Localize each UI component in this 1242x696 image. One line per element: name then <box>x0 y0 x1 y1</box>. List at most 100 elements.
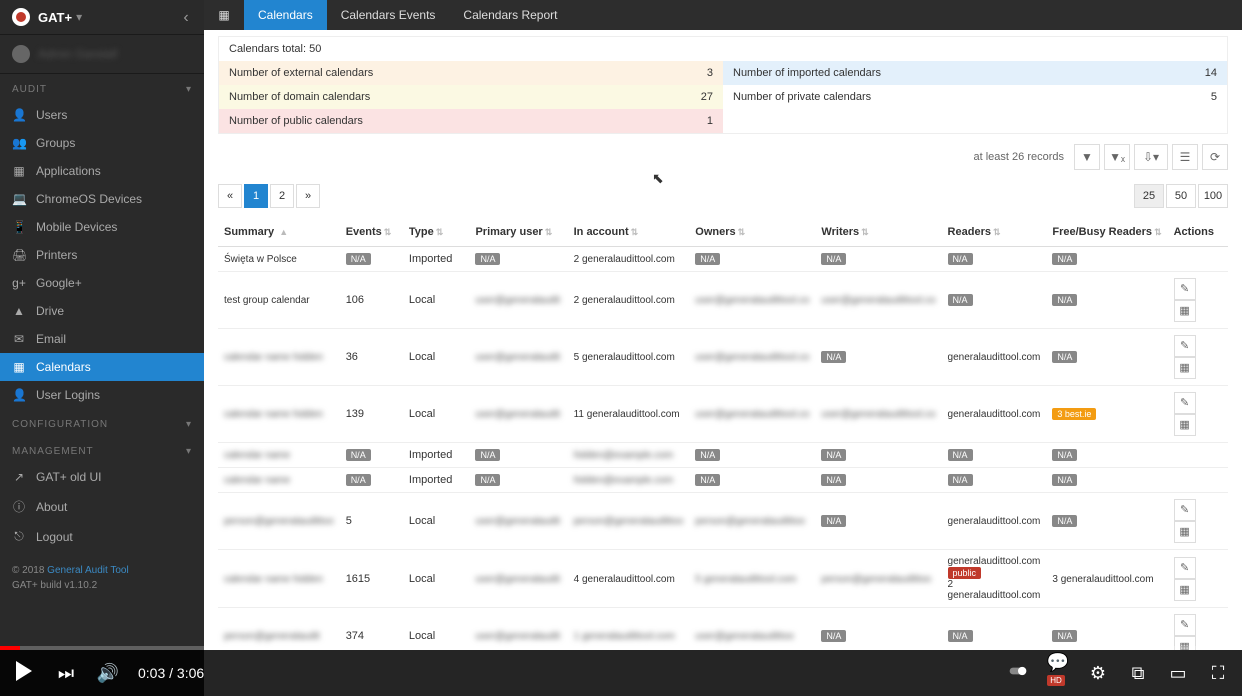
sidebar-item-email[interactable]: ✉Email <box>0 325 204 353</box>
na-badge: N/A <box>475 253 500 265</box>
sidebar-item-groups[interactable]: 👥Groups <box>0 129 204 157</box>
size-25[interactable]: 25 <box>1134 184 1164 208</box>
size-50[interactable]: 50 <box>1166 184 1196 208</box>
grid-icon: ▦ <box>12 164 26 178</box>
stats-imported: Number of imported calendars14 <box>723 61 1227 85</box>
tab-calendars[interactable]: Calendars <box>244 0 327 30</box>
user-icon: 👤 <box>12 108 26 122</box>
page-next[interactable]: » <box>296 184 320 208</box>
calendar-row-button[interactable]: ▦ <box>1174 357 1196 379</box>
section-config[interactable]: CONFIGURATION▾ <box>0 409 204 436</box>
user-name[interactable]: Admin Gandalf <box>38 47 117 61</box>
calendar-row-button[interactable]: ▦ <box>1174 521 1196 543</box>
export-button[interactable]: ⇩ ▾ <box>1134 144 1168 170</box>
clear-filter-button[interactable]: ▼ₓ <box>1104 144 1130 170</box>
sidebar-item-userlogins[interactable]: 👤User Logins <box>0 381 204 409</box>
calendar-row-button[interactable]: ▦ <box>1174 414 1196 436</box>
video-player-bar: ⏭ 🔊 0:03 / 3:06 💬HD ⚙ ⧉ ▭ ⛶ <box>0 650 1242 696</box>
sidebar-item-calendars[interactable]: ▦Calendars <box>0 353 204 381</box>
na-badge: N/A <box>948 630 973 642</box>
fullscreen-icon: ⛶ <box>1212 663 1225 683</box>
edit-row-button[interactable]: ✎ <box>1174 557 1196 579</box>
calendars-table: Summary ▲ Events⇅ Type⇅ Primary user⇅ In… <box>218 218 1228 650</box>
table-row: calendar name hidden36Localuser@generala… <box>218 329 1228 386</box>
autoplay-toggle[interactable] <box>1006 661 1030 686</box>
edit-row-button[interactable]: ✎ <box>1174 278 1196 300</box>
subtitles-button[interactable]: 💬HD <box>1046 652 1070 694</box>
col-primary[interactable]: Primary user⇅ <box>469 218 567 247</box>
sidebar-item-applications[interactable]: ▦Applications <box>0 157 204 185</box>
tab-calendars-report[interactable]: Calendars Report <box>449 0 571 30</box>
col-freebusy[interactable]: Free/Busy Readers⇅ <box>1046 218 1167 247</box>
phone-icon: 📱 <box>12 220 26 234</box>
video-progress[interactable] <box>0 646 1242 650</box>
section-audit[interactable]: AUDIT▾ <box>0 74 204 101</box>
edit-row-button[interactable]: ✎ <box>1174 614 1196 636</box>
page-1[interactable]: 1 <box>244 184 268 208</box>
col-owners[interactable]: Owners⇅ <box>689 218 815 247</box>
sidebar-item-drive[interactable]: ▲Drive <box>0 297 204 325</box>
gplus-icon: g+ <box>12 276 26 290</box>
fb-badge: 3 best.ie <box>1052 408 1096 420</box>
app-brand[interactable]: GAT+ <box>38 10 72 25</box>
sidebar-item-logout[interactable]: ⎋Logout <box>0 522 204 551</box>
sidebar-item-oldui[interactable]: ↗GAT+ old UI <box>0 463 204 491</box>
edit-row-button[interactable]: ✎ <box>1174 335 1196 357</box>
theater-button[interactable]: ▭ <box>1166 663 1190 684</box>
columns-button[interactable]: ☰ <box>1172 144 1198 170</box>
fullscreen-button[interactable]: ⛶ <box>1206 663 1230 684</box>
na-badge: N/A <box>821 474 846 486</box>
filter-button[interactable]: ▼ <box>1074 144 1100 170</box>
col-summary[interactable]: Summary ▲ <box>218 218 340 247</box>
col-writers[interactable]: Writers⇅ <box>815 218 941 247</box>
sidebar-item-printers[interactable]: 🖨Printers <box>0 241 204 269</box>
sidebar-item-gplus[interactable]: g+Google+ <box>0 269 204 297</box>
calendar-icon: ▦ <box>12 360 26 374</box>
table-row: person@generalaudit374Localuser@generala… <box>218 608 1228 651</box>
refresh-button[interactable]: ⟳ <box>1202 144 1228 170</box>
size-100[interactable]: 100 <box>1198 184 1228 208</box>
sidebar-collapse-button[interactable]: ‹ <box>176 8 196 28</box>
video-time: 0:03 / 3:06 <box>138 665 204 681</box>
footer-link[interactable]: General Audit Tool <box>47 565 129 576</box>
brand-caret[interactable]: ▾ <box>76 10 82 24</box>
col-events[interactable]: Events⇅ <box>340 218 403 247</box>
miniplayer-icon: ⧉ <box>1132 663 1145 683</box>
cal-icon: ▦ <box>1179 419 1189 431</box>
pencil-icon: ✎ <box>1180 562 1189 574</box>
play-button[interactable] <box>12 661 36 686</box>
tab-home[interactable]: ▦ <box>204 0 244 30</box>
miniplayer-button[interactable]: ⧉ <box>1126 663 1150 684</box>
cc-icon: 💬 <box>1047 652 1069 672</box>
na-badge: N/A <box>346 449 371 461</box>
page-2[interactable]: 2 <box>270 184 294 208</box>
sidebar-item-about[interactable]: ⓘAbout <box>0 491 204 522</box>
col-inaccount[interactable]: In account⇅ <box>568 218 690 247</box>
na-badge: N/A <box>1052 351 1077 363</box>
na-badge: N/A <box>948 449 973 461</box>
calendar-row-button[interactable]: ▦ <box>1174 579 1196 601</box>
col-type[interactable]: Type⇅ <box>403 218 470 247</box>
na-badge: N/A <box>346 253 371 265</box>
section-mgmt[interactable]: MANAGEMENT▾ <box>0 436 204 463</box>
tab-calendars-events[interactable]: Calendars Events <box>327 0 450 30</box>
col-readers[interactable]: Readers⇅ <box>942 218 1047 247</box>
cal-icon: ▦ <box>1179 584 1189 596</box>
sidebar-item-mobile[interactable]: 📱Mobile Devices <box>0 213 204 241</box>
sidebar-item-users[interactable]: 👤Users <box>0 101 204 129</box>
na-badge: N/A <box>1052 294 1077 306</box>
na-badge: N/A <box>346 474 371 486</box>
edit-row-button[interactable]: ✎ <box>1174 392 1196 414</box>
app-logo <box>12 8 30 26</box>
edit-row-button[interactable]: ✎ <box>1174 499 1196 521</box>
sort-asc-icon: ▲ <box>279 227 288 237</box>
calendar-row-button[interactable]: ▦ <box>1174 300 1196 322</box>
pencil-icon: ✎ <box>1180 283 1189 295</box>
volume-button[interactable]: 🔊 <box>96 663 120 684</box>
autoplay-icon <box>1008 661 1028 681</box>
settings-button[interactable]: ⚙ <box>1086 663 1110 684</box>
stats-domain: Number of domain calendars27 <box>219 85 723 109</box>
next-button[interactable]: ⏭ <box>54 663 78 684</box>
page-prev[interactable]: « <box>218 184 242 208</box>
sidebar-item-chromeos[interactable]: 💻ChromeOS Devices <box>0 185 204 213</box>
